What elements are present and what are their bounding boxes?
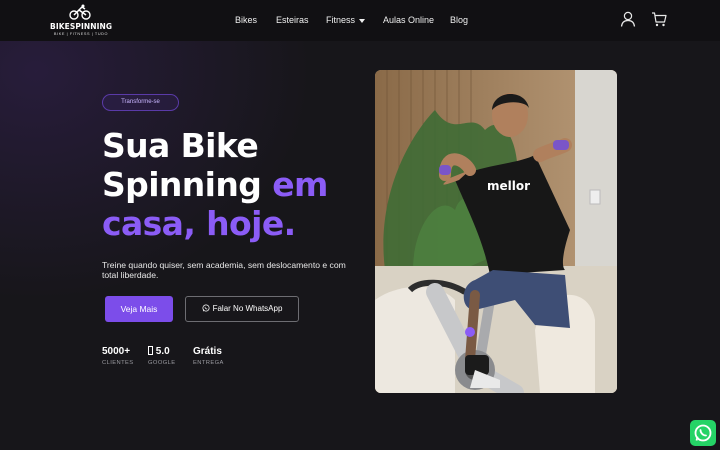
stat-google-value: 5.0 (148, 346, 170, 357)
see-more-button[interactable]: Veja Mais (105, 296, 173, 322)
headline-accent-word: em (272, 165, 328, 204)
stat-clients-value: 5000+ (102, 346, 131, 357)
cart-icon[interactable] (651, 11, 667, 27)
site-logo[interactable]: BIKESPINNING BIKE | FITNESS | TUDO (50, 4, 112, 38)
nav-item-blog[interactable]: Blog (450, 15, 468, 25)
stat-google-label: GOOGLE (148, 360, 176, 366)
logo-subtitle: BIKE | FITNESS | TUDO (53, 32, 109, 36)
whatsapp-button-label: Falar No WhatsApp (212, 304, 283, 313)
headline-line2: Spinning (102, 165, 262, 204)
stat-delivery-label: ENTREGA (193, 360, 224, 366)
nav-item-bikes[interactable]: Bikes (235, 15, 257, 25)
shirt-logo-text: mellor (487, 179, 530, 193)
whatsapp-floating-button[interactable] (690, 420, 716, 446)
transform-badge: Transforme-se (102, 94, 179, 111)
whatsapp-contact-button[interactable]: Falar No WhatsApp (185, 296, 299, 322)
nav-item-aulas-online[interactable]: Aulas Online (383, 15, 434, 25)
whatsapp-icon (202, 304, 210, 312)
headline-line1: Sua Bike (102, 126, 259, 165)
site-header: BIKESPINNING BIKE | FITNESS | TUDO Bikes… (0, 0, 720, 41)
chevron-down-icon (359, 18, 366, 23)
stat-clients-label: CLIENTES (102, 360, 134, 366)
hero-photo: mellor (375, 70, 617, 393)
stat-delivery-value: Grátis (193, 346, 222, 357)
headline-line3: casa, hoje. (102, 204, 296, 243)
hero-headline: Sua Bike Spinning em casa, hoje. (102, 126, 372, 243)
user-icon[interactable] (620, 11, 636, 27)
hero-description: Treine quando quiser, sem academia, sem … (102, 260, 346, 280)
nav-item-fitness[interactable]: Fitness (326, 15, 366, 25)
nav-item-fitness-label: Fitness (326, 15, 356, 25)
cyclist-logo-icon (69, 4, 91, 20)
logo-title: BIKESPINNING (50, 22, 113, 31)
man-on-spin-bike-illustration: mellor (375, 70, 617, 393)
nav-item-esteiras[interactable]: Esteiras (276, 15, 309, 25)
whatsapp-icon (694, 424, 712, 442)
